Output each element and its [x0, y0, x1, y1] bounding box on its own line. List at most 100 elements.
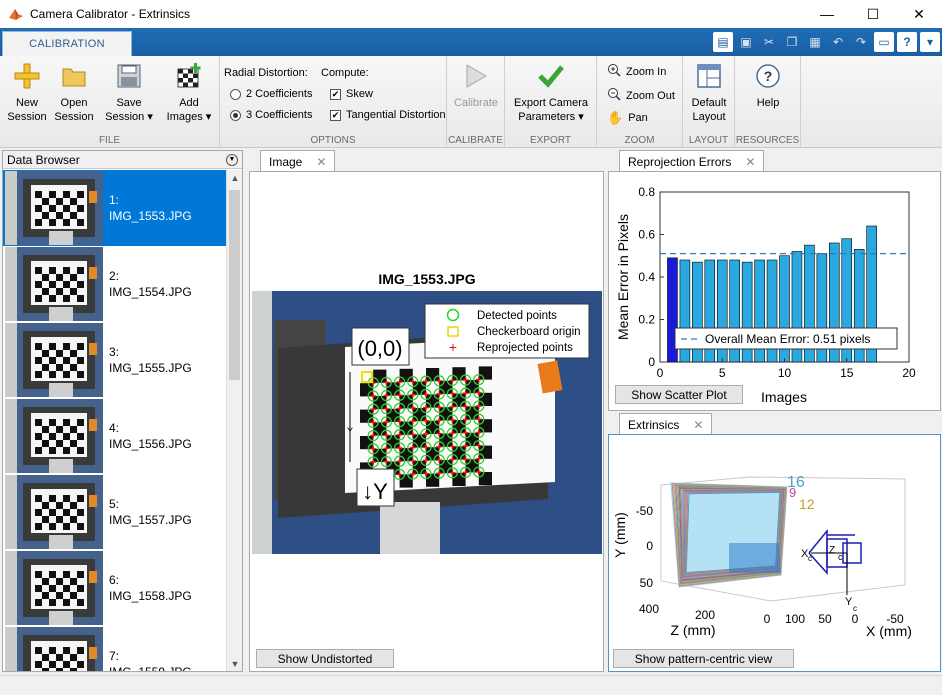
close-reprojection-tab-icon[interactable]: ✕	[745, 155, 755, 169]
zoom-out-button[interactable]: Zoom Out	[607, 87, 675, 104]
z-tick-400: 400	[639, 602, 659, 616]
list-item[interactable]: 2: IMG_1554.JPG	[3, 246, 227, 322]
help-icon[interactable]: ?	[897, 32, 917, 52]
tab-image[interactable]: Image ✕	[260, 150, 336, 172]
maximize-button[interactable]: ☐	[850, 0, 896, 28]
export-camera-parameters-button[interactable]: Export Camera Parameters ▾	[509, 62, 593, 124]
close-image-tab-icon[interactable]: ✕	[316, 155, 326, 169]
floppy-icon	[115, 62, 143, 90]
scroll-thumb[interactable]	[229, 190, 240, 380]
default-layout-button[interactable]: Default Layout	[687, 62, 731, 124]
browser-scrollbar[interactable]: ▲ ▼	[226, 170, 242, 671]
add-checkerboard-icon	[175, 62, 203, 90]
extrinsics-tab-label: Extrinsics	[628, 417, 680, 432]
radio-3-coeff[interactable]	[230, 109, 241, 121]
expand-icon[interactable]: ▾	[920, 32, 940, 52]
open-session-button[interactable]: Open Session	[52, 62, 96, 124]
panel-menu-icon[interactable]: ▼	[226, 153, 238, 166]
item-index: 1:	[109, 193, 120, 207]
item-label: 4: IMG_1556.JPG	[109, 420, 192, 452]
doc-icon[interactable]: ▤	[713, 32, 733, 52]
tangential-checkbox[interactable]: ✔ Tangential Distortion	[330, 109, 446, 121]
save-session-button[interactable]: Save Session ▾	[100, 62, 158, 124]
new-session-button[interactable]: New Session	[6, 62, 48, 124]
checker-square	[373, 422, 387, 436]
skew-checkbox[interactable]: ✔ Skew	[330, 88, 373, 100]
list-item[interactable]: 5: IMG_1557.JPG	[3, 474, 227, 550]
calibrate-section-label: CALIBRATE	[448, 135, 503, 146]
tab-calibration[interactable]: CALIBRATION	[2, 31, 132, 56]
tangential-check[interactable]: ✔	[330, 109, 341, 121]
extrinsics-3d-view[interactable]: X Z c c Y c 16 9 12 -50 0 50 Y (mm) 400 …	[609, 435, 940, 671]
data-browser-title: Data Browser	[7, 152, 80, 167]
checker-square	[452, 393, 466, 407]
close-extrinsics-tab-icon[interactable]: ✕	[693, 418, 703, 432]
y-tick-0: 0	[646, 539, 653, 553]
paste-icon[interactable]: ▦	[805, 32, 825, 52]
two-coefficients-label: 2 Coefficients	[246, 88, 313, 100]
zoom-in-label: Zoom In	[626, 65, 667, 78]
redo-icon[interactable]: ↷	[851, 32, 871, 52]
window-layout-icon[interactable]: ▭	[874, 32, 894, 52]
save-session-label-2: Session ▾	[105, 111, 153, 123]
image-view[interactable]: IMG_1553.JPG (0,0) Y ↓Y Detected points …	[250, 172, 603, 671]
origin-label: (0,0)	[357, 336, 402, 361]
x-tick-label: 10	[778, 366, 792, 380]
x-tick-label: 0	[657, 366, 664, 380]
x-tick-label: 5	[719, 366, 726, 380]
item-filename: IMG_1557.JPG	[109, 513, 192, 527]
save-icon[interactable]: ▣	[736, 32, 756, 52]
y-tick-label: 0.4	[638, 270, 655, 284]
radio-2-coeff[interactable]	[230, 88, 241, 100]
checker-square	[439, 380, 453, 394]
item-label: 5: IMG_1557.JPG	[109, 496, 192, 528]
close-button[interactable]: ✕	[896, 0, 942, 28]
checker-square	[386, 382, 400, 396]
default-layout-label-2: Layout	[692, 111, 726, 123]
cut-icon[interactable]: ✂	[759, 32, 779, 52]
pan-button[interactable]: ✋ Pan	[607, 110, 648, 126]
reprojection-error-chart[interactable]: 0 0.2 0.4 0.6 0.8 0 5 10 15 20 Images Mean Error in…	[609, 172, 940, 410]
add-images-button[interactable]: Add Images ▾	[162, 62, 216, 124]
scroll-down-icon[interactable]: ▼	[227, 656, 242, 671]
pattern-shadow	[729, 543, 781, 573]
zoom-out-label: Zoom Out	[626, 89, 675, 102]
pan-label: Pan	[628, 112, 648, 124]
list-item[interactable]: 6: IMG_1558.JPG	[3, 550, 227, 626]
minimize-button[interactable]: —	[804, 0, 850, 28]
show-undistorted-button[interactable]: Show Undistorted	[256, 649, 394, 668]
checker-square	[465, 380, 479, 394]
scroll-up-icon[interactable]: ▲	[227, 170, 242, 186]
reprojection-tab-label: Reprojection Errors	[628, 154, 732, 169]
legend-reprojected: Reprojected points	[477, 342, 573, 354]
camera-xc-subscript: c	[808, 554, 812, 563]
copy-icon[interactable]: ❐	[782, 32, 802, 52]
list-item[interactable]: 3: IMG_1555.JPG	[3, 322, 227, 398]
checker-square	[465, 432, 479, 446]
photo-machine-left	[252, 291, 272, 554]
help-button[interactable]: ? Help	[745, 62, 791, 110]
checker-square	[360, 436, 374, 450]
skew-check[interactable]: ✔	[330, 88, 341, 100]
x-tick-0: 0	[852, 612, 859, 626]
undo-icon[interactable]: ↶	[828, 32, 848, 52]
list-item[interactable]: 7: IMG_1559.JPG	[3, 626, 227, 671]
show-pattern-centric-view-button[interactable]: Show pattern-centric view	[613, 649, 794, 668]
list-item[interactable]: 1: IMG_1553.JPG	[3, 170, 227, 246]
data-browser-header: Data Browser ▼	[3, 151, 242, 169]
item-index: 4:	[109, 421, 120, 435]
play-icon	[462, 62, 490, 90]
three-coefficients-radio[interactable]: 3 Coefficients	[230, 109, 312, 121]
help-label: Help	[756, 97, 780, 109]
calibrate-button[interactable]: Calibrate	[451, 62, 501, 110]
zoom-in-button[interactable]: Zoom In	[607, 63, 666, 80]
title-bar: Camera Calibrator - Extrinsics — ☐ ✕	[0, 0, 942, 28]
show-scatter-plot-button[interactable]: Show Scatter Plot	[615, 385, 743, 404]
two-coefficients-radio[interactable]: 2 Coefficients	[230, 88, 312, 100]
list-item[interactable]: 4: IMG_1556.JPG	[3, 398, 227, 474]
tab-reprojection-errors[interactable]: Reprojection Errors ✕	[619, 150, 765, 172]
y-tick-label: 0.2	[638, 313, 655, 327]
checker-square	[399, 395, 413, 409]
checkmark-icon	[537, 62, 565, 90]
tab-extrinsics[interactable]: Extrinsics ✕	[619, 413, 713, 435]
